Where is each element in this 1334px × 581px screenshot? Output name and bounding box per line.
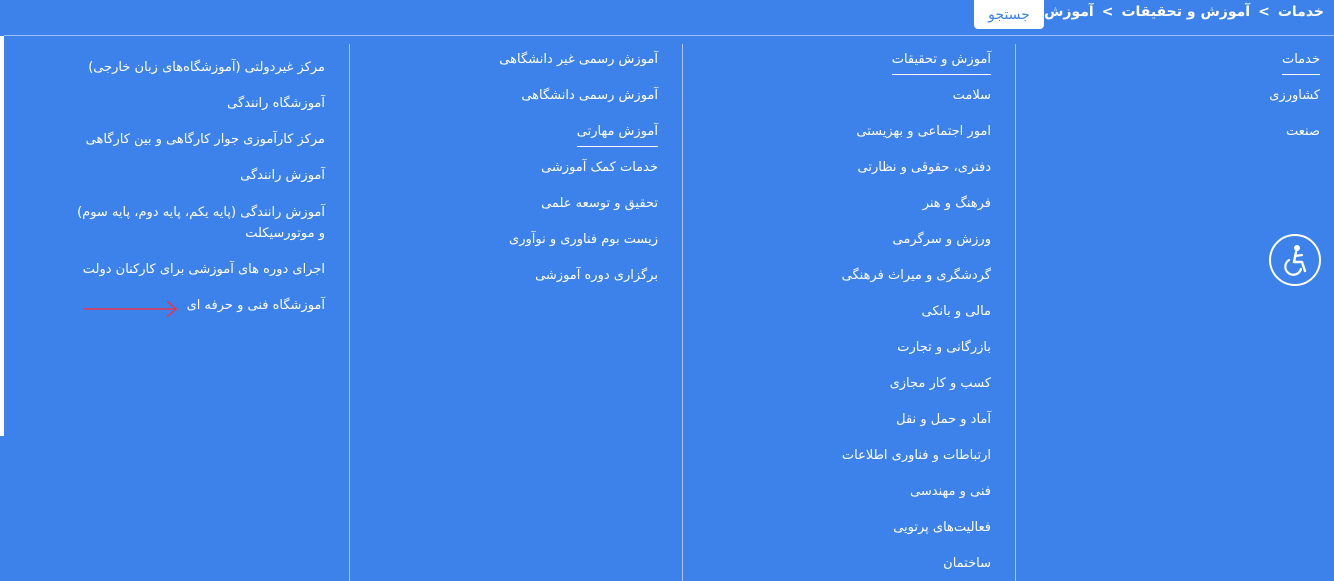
menu-item-agriculture[interactable]: کشاورزی <box>1269 86 1320 106</box>
menu-heading-education[interactable]: آموزش و تحقیقات <box>891 50 991 75</box>
menu-item[interactable]: کسب و کار مجازی <box>890 374 991 394</box>
menu-item[interactable]: دفتری، حقوقی و نظارتی <box>858 158 992 178</box>
menu-item[interactable]: فنی و مهندسی <box>910 482 991 502</box>
menu-item[interactable]: فعالیت‌های پرتویی <box>893 518 991 538</box>
menu-item[interactable]: خدمات کمک آموزشی <box>541 158 658 178</box>
menu-item-industry[interactable]: صنعت <box>1286 122 1320 142</box>
column-divider <box>1015 44 1016 581</box>
menu-item[interactable]: مرکز کارآموزی جوار کارگاهی و بین کارگاهی <box>86 130 325 150</box>
menu-item[interactable]: ارتباطات و فناوری اطلاعات <box>842 446 991 466</box>
menu-item[interactable]: بازرگانی و تجارت <box>897 338 991 358</box>
menu-item[interactable]: اجرای دوره های آموزشی برای کارکنان دولت <box>83 260 325 280</box>
column-divider <box>349 44 350 581</box>
arrow-right-icon <box>83 300 178 318</box>
menu-item[interactable]: مالی و بانکی <box>922 302 991 322</box>
menu-item[interactable]: آماد و حمل و نقل <box>896 410 991 430</box>
wheelchair-icon[interactable] <box>1269 234 1321 286</box>
menu-heading-services[interactable]: خدمات <box>1281 50 1320 75</box>
menu-item[interactable]: ورزش و سرگرمی <box>893 230 991 250</box>
menu-item[interactable]: تحقیق و توسعه علمی <box>541 194 658 214</box>
menu-item[interactable]: آموزش رسمی غیر دانشگاهی <box>499 50 658 70</box>
breadcrumb-separator: > <box>1258 4 1270 20</box>
menu-item[interactable]: آموزشگاه رانندگی <box>227 94 325 114</box>
menu-item[interactable]: آموزش رسمی دانشگاهی <box>521 86 658 106</box>
header-divider <box>4 35 1334 36</box>
search-button[interactable]: جستجو <box>974 0 1044 29</box>
breadcrumb-item-education[interactable]: آموزش و تحقیقات <box>1121 4 1250 20</box>
menu-item[interactable]: گردشگری و میراث فرهنگی <box>842 266 991 286</box>
top-bar: خدمات > آموزش و تحقیقات > آموزش مهارتی <box>0 0 1334 35</box>
menu-heading-skills-training[interactable]: آموزش مهارتی <box>576 122 658 147</box>
menu-item[interactable]: برگزاری دوره آموزشی <box>535 266 658 286</box>
breadcrumb-item-services[interactable]: خدمات <box>1278 4 1324 20</box>
menu-item[interactable]: مرکز غیردولتی (آموزشگاه‌های زبان خارجی) <box>88 58 325 78</box>
menu-item[interactable]: زیست بوم فناوری و نوآوری <box>509 230 658 250</box>
menu-item[interactable]: فرهنگ و هنر <box>923 194 991 214</box>
menu-item[interactable]: ساختمان <box>943 554 991 574</box>
column-divider <box>682 44 683 581</box>
menu-item-technical-vocational[interactable]: آموزشگاه فنی و حرفه ای <box>187 296 325 316</box>
menu-item[interactable]: سلامت <box>953 86 991 106</box>
menu-item[interactable]: امور اجتماعی و بهزیستی <box>856 122 991 142</box>
breadcrumb-separator: > <box>1101 4 1114 20</box>
menu-item[interactable]: آموزش رانندگی <box>240 166 325 186</box>
left-edge <box>0 36 4 436</box>
menu-item[interactable]: آموزش رانندگی (پایه یکم، پایه دوم، پایه … <box>75 202 325 244</box>
